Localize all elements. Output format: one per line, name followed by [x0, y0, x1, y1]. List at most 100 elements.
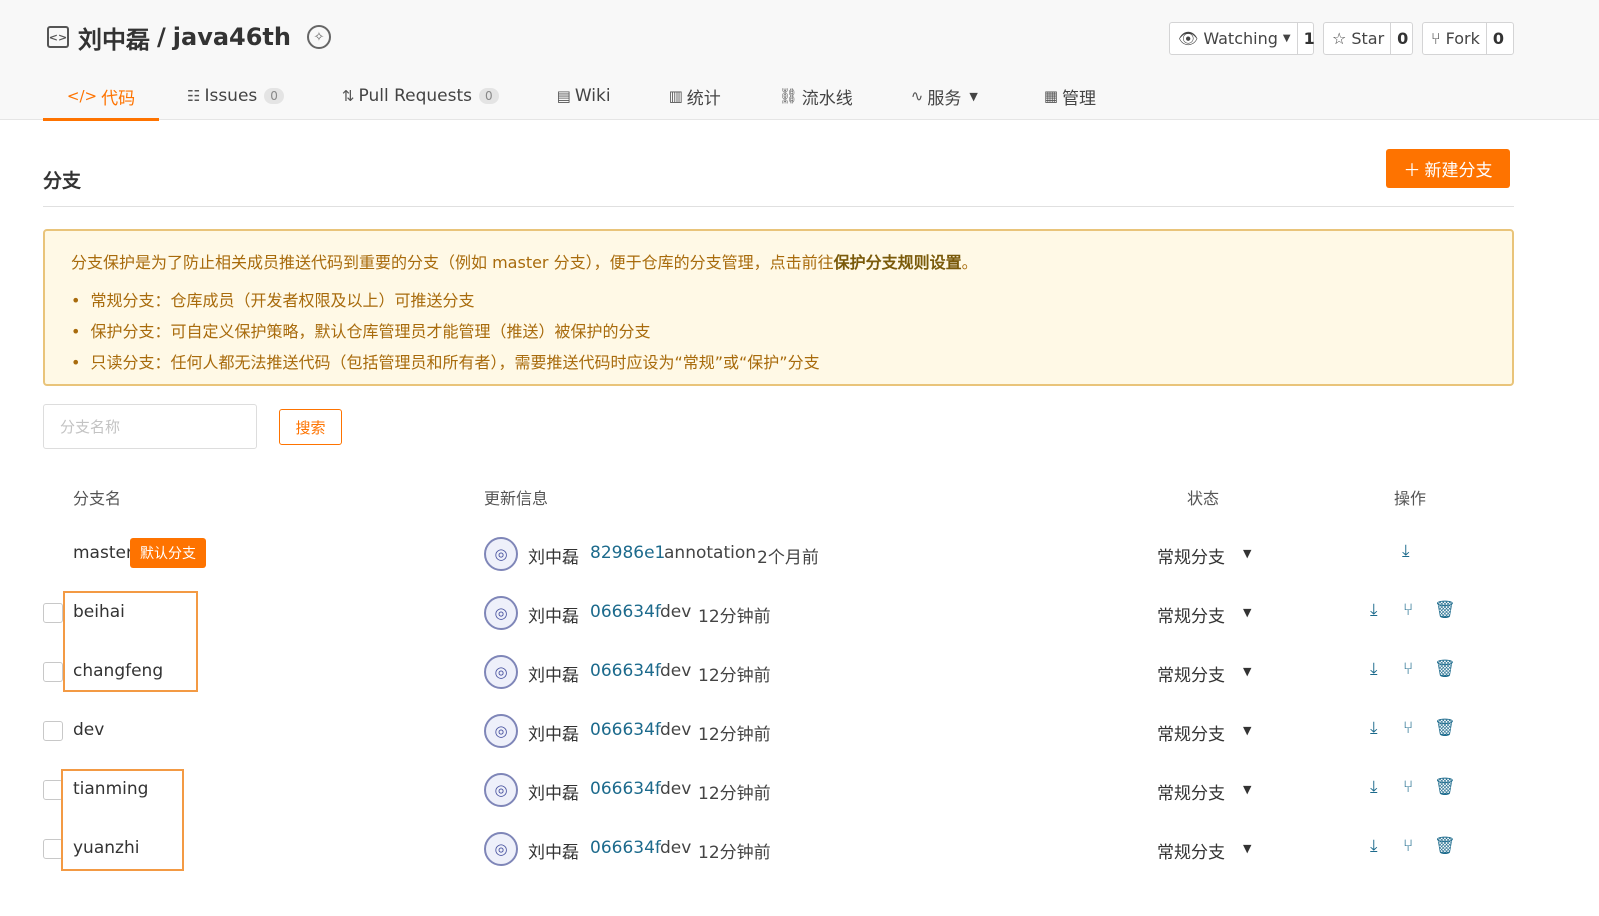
tab-label: 服务	[927, 88, 962, 109]
download-icon[interactable]: ⤓	[1370, 600, 1378, 620]
caret-down-icon[interactable]: ▼	[1243, 842, 1251, 855]
branch-checkbox[interactable]	[43, 780, 63, 800]
watch-button[interactable]: 👁 Watching ▼ 1	[1169, 22, 1315, 55]
commit-author-link[interactable]: 刘中磊	[528, 838, 579, 863]
watch-count[interactable]: 1	[1298, 29, 1321, 48]
branch-name-link[interactable]: dev	[73, 720, 104, 740]
code-repo-icon: <>	[47, 26, 69, 48]
commit-message: dev	[660, 838, 692, 858]
merge-request-icon[interactable]: ⑂	[1403, 777, 1413, 797]
caret-down-icon[interactable]: ▼	[1243, 665, 1251, 678]
commit-author-link[interactable]: 刘中磊	[528, 543, 579, 568]
avatar[interactable]: ◎	[484, 714, 518, 748]
branch-status-select[interactable]: 常规分支	[1157, 602, 1225, 627]
award-badge-icon[interactable]: ✧	[306, 25, 331, 49]
table-row: master 默认分支 ◎ 刘中磊 82986e1 annotation 2个月…	[0, 526, 1599, 585]
branch-status-select[interactable]: 常规分支	[1157, 543, 1225, 568]
merge-request-icon[interactable]: ⑂	[1403, 718, 1413, 738]
repo-owner-link[interactable]: 刘中磊	[78, 20, 150, 55]
commit-author-link[interactable]: 刘中磊	[528, 779, 579, 804]
branch-name-link[interactable]: master	[73, 543, 133, 563]
tab-label: Issues	[204, 86, 258, 106]
caret-down-icon[interactable]: ▼	[1243, 547, 1251, 560]
search-button[interactable]: 搜索	[279, 409, 342, 445]
commit-sha-link[interactable]: 066634f	[590, 720, 661, 740]
clipboard-icon: ▦	[1043, 87, 1059, 105]
avatar[interactable]: ◎	[484, 537, 518, 571]
avatar[interactable]: ◎	[484, 596, 518, 630]
new-branch-button[interactable]: ＋ 新建分支	[1386, 149, 1510, 188]
branch-search-input[interactable]	[43, 404, 257, 449]
commit-sha-link[interactable]: 82986e1	[590, 543, 665, 563]
branch-status-select[interactable]: 常规分支	[1157, 720, 1225, 745]
commit-author-link[interactable]: 刘中磊	[528, 661, 579, 686]
commit-author-link[interactable]: 刘中磊	[528, 602, 579, 627]
repo-nav-tabs: </> 代码 ☷ Issues 0 ⇅ Pull Requests 0 ▤ Wi…	[43, 72, 1096, 121]
delete-icon[interactable]: 🗑	[1434, 718, 1456, 738]
commit-sha-link[interactable]: 066634f	[590, 838, 661, 858]
tab-code[interactable]: </> 代码	[43, 72, 159, 121]
commit-sha-link[interactable]: 066634f	[590, 661, 661, 681]
commit-message: dev	[660, 661, 692, 681]
download-icon[interactable]: ⤓	[1370, 659, 1378, 679]
delete-icon[interactable]: 🗑	[1434, 659, 1456, 679]
branch-status-select[interactable]: 常规分支	[1157, 838, 1225, 863]
commit-message: dev	[660, 602, 692, 622]
commit-time: 12分钟前	[698, 784, 771, 804]
caret-down-icon[interactable]: ▼	[1243, 606, 1251, 619]
watch-label: Watching	[1203, 29, 1278, 48]
merge-request-icon[interactable]: ⑂	[1403, 659, 1413, 679]
delete-icon[interactable]: 🗑	[1434, 600, 1456, 620]
caret-down-icon[interactable]: ▼	[1243, 783, 1251, 796]
tab-stats[interactable]: ▥ 统计	[669, 72, 721, 120]
avatar[interactable]: ◎	[484, 832, 518, 866]
branch-checkbox[interactable]	[43, 839, 63, 859]
branch-checkbox[interactable]	[43, 662, 63, 682]
caret-down-icon[interactable]: ▼	[1243, 724, 1251, 737]
delete-icon[interactable]: 🗑	[1434, 777, 1456, 797]
branch-name-link[interactable]: yuanzhi	[73, 838, 139, 858]
download-icon[interactable]: ⤓	[1402, 541, 1410, 561]
star-count[interactable]: 0	[1391, 29, 1414, 48]
protection-rules-link[interactable]: 保护分支规则设置	[834, 253, 962, 272]
branch-checkbox[interactable]	[43, 721, 63, 741]
merge-request-icon[interactable]: ⑂	[1403, 836, 1413, 856]
download-icon[interactable]: ⤓	[1370, 718, 1378, 738]
tab-issues[interactable]: ☷ Issues 0	[187, 72, 284, 120]
tab-pull-requests[interactable]: ⇅ Pull Requests 0	[342, 72, 499, 120]
download-icon[interactable]: ⤓	[1370, 777, 1378, 797]
table-row: changfeng ◎ 刘中磊 066634f dev 12分钟前 常规分支 ▼…	[0, 644, 1599, 703]
merge-request-icon[interactable]: ⑂	[1403, 600, 1413, 620]
branch-name-link[interactable]: tianming	[73, 779, 148, 799]
book-icon: ▤	[556, 87, 571, 105]
table-row: beihai ◎ 刘中磊 066634f dev 12分钟前 常规分支 ▼ ⤓ …	[0, 585, 1599, 644]
commit-time: 12分钟前	[698, 666, 771, 686]
branch-name-link[interactable]: beihai	[73, 602, 125, 622]
fork-count[interactable]: 0	[1487, 29, 1510, 48]
commit-time: 2个月前	[757, 548, 819, 568]
star-button[interactable]: ☆ Star 0	[1323, 22, 1413, 55]
tab-manage[interactable]: ▦ 管理	[1044, 72, 1096, 120]
commit-author-link[interactable]: 刘中磊	[528, 720, 579, 745]
branch-checkbox[interactable]	[43, 603, 63, 623]
fork-button[interactable]: ⑂ Fork 0	[1422, 22, 1514, 55]
commit-sha-link[interactable]: 066634f	[590, 779, 661, 799]
divider	[43, 206, 1514, 207]
issues-count-badge: 0	[264, 88, 284, 104]
tab-services[interactable]: ∿ 服务 ▼	[911, 72, 978, 120]
branch-status-select[interactable]: 常规分支	[1157, 779, 1225, 804]
tab-wiki[interactable]: ▤ Wiki	[557, 72, 611, 120]
tab-pipeline[interactable]: ⛓ 流水线	[779, 72, 853, 120]
new-branch-label: 新建分支	[1424, 161, 1493, 180]
repo-name-link[interactable]: java46th	[173, 23, 291, 51]
star-label: Star	[1351, 29, 1385, 48]
commit-sha-link[interactable]: 066634f	[590, 602, 661, 622]
avatar[interactable]: ◎	[484, 773, 518, 807]
delete-icon[interactable]: 🗑	[1434, 836, 1456, 856]
download-icon[interactable]: ⤓	[1370, 836, 1378, 856]
column-header-branch-name: 分支名	[73, 489, 122, 508]
tab-label: 代码	[101, 88, 136, 109]
avatar[interactable]: ◎	[484, 655, 518, 689]
branch-status-select[interactable]: 常规分支	[1157, 661, 1225, 686]
branch-name-link[interactable]: changfeng	[73, 661, 163, 681]
